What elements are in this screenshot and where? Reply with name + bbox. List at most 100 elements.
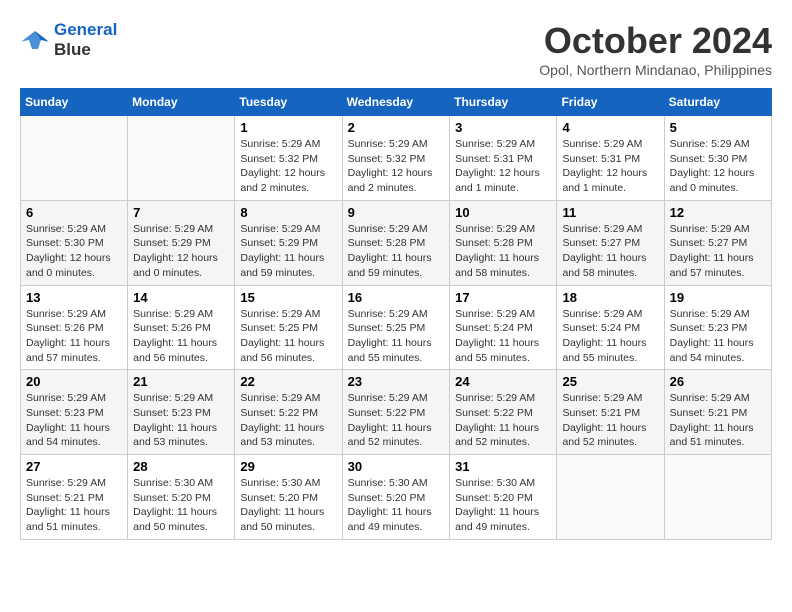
day-number: 16 xyxy=(348,290,445,305)
day-info: Sunrise: 5:29 AMSunset: 5:26 PMDaylight:… xyxy=(133,307,229,366)
day-info: Sunrise: 5:29 AMSunset: 5:24 PMDaylight:… xyxy=(562,307,658,366)
day-number: 3 xyxy=(455,120,551,135)
day-number: 19 xyxy=(670,290,766,305)
table-row: 3 Sunrise: 5:29 AMSunset: 5:31 PMDaylight… xyxy=(450,116,557,201)
table-row xyxy=(21,116,128,201)
header-wednesday: Wednesday xyxy=(342,89,450,116)
day-info: Sunrise: 5:29 AMSunset: 5:24 PMDaylight:… xyxy=(455,307,551,366)
day-info: Sunrise: 5:30 AMSunset: 5:20 PMDaylight:… xyxy=(133,476,229,535)
day-info: Sunrise: 5:29 AMSunset: 5:27 PMDaylight:… xyxy=(562,222,658,281)
day-info: Sunrise: 5:29 AMSunset: 5:32 PMDaylight:… xyxy=(348,137,445,196)
table-row: 17 Sunrise: 5:29 AMSunset: 5:24 PMDayligh… xyxy=(450,285,557,370)
day-number: 21 xyxy=(133,374,229,389)
day-info: Sunrise: 5:29 AMSunset: 5:30 PMDaylight:… xyxy=(670,137,766,196)
table-row: 13 Sunrise: 5:29 AMSunset: 5:26 PMDayligh… xyxy=(21,285,128,370)
table-row: 25Sunrise: 5:29 AMSunset: 5:21 PMDayligh… xyxy=(557,370,664,455)
day-number: 22 xyxy=(240,374,336,389)
table-row: 26 Sunrise: 5:29 AMSunset: 5:21 PMDayligh… xyxy=(664,370,771,455)
header-friday: Friday xyxy=(557,89,664,116)
day-number: 14 xyxy=(133,290,229,305)
day-number: 11 xyxy=(562,205,658,220)
day-info: Sunrise: 5:29 AMSunset: 5:23 PMDaylight:… xyxy=(133,391,229,450)
table-row xyxy=(128,116,235,201)
table-row: 5 Sunrise: 5:29 AMSunset: 5:30 PMDaylight… xyxy=(664,116,771,201)
table-row: 21 Sunrise: 5:29 AMSunset: 5:23 PMDayligh… xyxy=(128,370,235,455)
day-number: 8 xyxy=(240,205,336,220)
day-info: Sunrise: 5:29 AMSunset: 5:31 PMDaylight:… xyxy=(562,137,658,196)
title-block: October 2024 Opol, Northern Mindanao, Ph… xyxy=(539,20,772,78)
day-number: 2 xyxy=(348,120,445,135)
day-info: Sunrise: 5:30 AMSunset: 5:20 PMDaylight:… xyxy=(455,476,551,535)
day-info: Sunrise: 5:29 AMSunset: 5:22 PMDaylight:… xyxy=(348,391,445,450)
day-number: 27 xyxy=(26,459,122,474)
day-info: Sunrise: 5:29 AMSunset: 5:21 PMDaylight:… xyxy=(562,391,658,450)
table-row: 16 Sunrise: 5:29 AMSunset: 5:25 PMDayligh… xyxy=(342,285,450,370)
table-row: 9 Sunrise: 5:29 AMSunset: 5:28 PMDaylight… xyxy=(342,200,450,285)
day-info: Sunrise: 5:29 AMSunset: 5:27 PMDaylight:… xyxy=(670,222,766,281)
table-row: 6Sunrise: 5:29 AMSunset: 5:30 PMDaylight… xyxy=(21,200,128,285)
header-monday: Monday xyxy=(128,89,235,116)
calendar-week-row: 20Sunrise: 5:29 AMSunset: 5:23 PMDayligh… xyxy=(21,370,772,455)
day-number: 5 xyxy=(670,120,766,135)
day-number: 29 xyxy=(240,459,336,474)
day-number: 31 xyxy=(455,459,551,474)
day-number: 7 xyxy=(133,205,229,220)
table-row: 14 Sunrise: 5:29 AMSunset: 5:26 PMDayligh… xyxy=(128,285,235,370)
day-info: Sunrise: 5:29 AMSunset: 5:23 PMDaylight:… xyxy=(670,307,766,366)
calendar-week-row: 6Sunrise: 5:29 AMSunset: 5:30 PMDaylight… xyxy=(21,200,772,285)
calendar-week-row: 13 Sunrise: 5:29 AMSunset: 5:26 PMDayligh… xyxy=(21,285,772,370)
table-row: 22 Sunrise: 5:29 AMSunset: 5:22 PMDayligh… xyxy=(235,370,342,455)
day-info: Sunrise: 5:29 AMSunset: 5:29 PMDaylight:… xyxy=(240,222,336,281)
header-saturday: Saturday xyxy=(664,89,771,116)
table-row: 12 Sunrise: 5:29 AMSunset: 5:27 PMDayligh… xyxy=(664,200,771,285)
day-number: 13 xyxy=(26,290,122,305)
table-row: 20Sunrise: 5:29 AMSunset: 5:23 PMDayligh… xyxy=(21,370,128,455)
day-info: Sunrise: 5:29 AMSunset: 5:26 PMDaylight:… xyxy=(26,307,122,366)
day-number: 1 xyxy=(240,120,336,135)
day-number: 28 xyxy=(133,459,229,474)
day-number: 26 xyxy=(670,374,766,389)
table-row: 8 Sunrise: 5:29 AMSunset: 5:29 PMDaylight… xyxy=(235,200,342,285)
day-info: Sunrise: 5:29 AMSunset: 5:29 PMDaylight:… xyxy=(133,222,229,281)
day-number: 17 xyxy=(455,290,551,305)
table-row: 2 Sunrise: 5:29 AMSunset: 5:32 PMDaylight… xyxy=(342,116,450,201)
calendar-header-row: Sunday Monday Tuesday Wednesday Thursday… xyxy=(21,89,772,116)
table-row: 11 Sunrise: 5:29 AMSunset: 5:27 PMDayligh… xyxy=(557,200,664,285)
table-row: 7 Sunrise: 5:29 AMSunset: 5:29 PMDaylight… xyxy=(128,200,235,285)
month-title: October 2024 xyxy=(539,20,772,62)
day-number: 10 xyxy=(455,205,551,220)
day-info: Sunrise: 5:29 AMSunset: 5:21 PMDaylight:… xyxy=(670,391,766,450)
header-sunday: Sunday xyxy=(21,89,128,116)
table-row xyxy=(557,455,664,540)
day-info: Sunrise: 5:30 AMSunset: 5:20 PMDaylight:… xyxy=(348,476,445,535)
logo: General Blue xyxy=(20,20,117,60)
day-number: 12 xyxy=(670,205,766,220)
day-number: 30 xyxy=(348,459,445,474)
day-info: Sunrise: 5:29 AMSunset: 5:22 PMDaylight:… xyxy=(240,391,336,450)
day-info: Sunrise: 5:29 AMSunset: 5:25 PMDaylight:… xyxy=(240,307,336,366)
table-row: 1Sunrise: 5:29 AMSunset: 5:32 PMDaylight… xyxy=(235,116,342,201)
day-number: 18 xyxy=(562,290,658,305)
day-info: Sunrise: 5:30 AMSunset: 5:20 PMDaylight:… xyxy=(240,476,336,535)
table-row: 4Sunrise: 5:29 AMSunset: 5:31 PMDaylight… xyxy=(557,116,664,201)
logo-icon xyxy=(20,28,50,52)
day-info: Sunrise: 5:29 AMSunset: 5:30 PMDaylight:… xyxy=(26,222,122,281)
day-info: Sunrise: 5:29 AMSunset: 5:25 PMDaylight:… xyxy=(348,307,445,366)
day-number: 9 xyxy=(348,205,445,220)
table-row: 10 Sunrise: 5:29 AMSunset: 5:28 PMDayligh… xyxy=(450,200,557,285)
day-info: Sunrise: 5:29 AMSunset: 5:28 PMDaylight:… xyxy=(348,222,445,281)
day-number: 15 xyxy=(240,290,336,305)
table-row: 28 Sunrise: 5:30 AMSunset: 5:20 PMDayligh… xyxy=(128,455,235,540)
table-row: 31 Sunrise: 5:30 AMSunset: 5:20 PMDayligh… xyxy=(450,455,557,540)
day-info: Sunrise: 5:29 AMSunset: 5:22 PMDaylight:… xyxy=(455,391,551,450)
day-info: Sunrise: 5:29 AMSunset: 5:28 PMDaylight:… xyxy=(455,222,551,281)
location: Opol, Northern Mindanao, Philippines xyxy=(539,62,772,78)
header-tuesday: Tuesday xyxy=(235,89,342,116)
page-header: General Blue October 2024 Opol, Northern… xyxy=(20,20,772,78)
day-number: 24 xyxy=(455,374,551,389)
table-row: 19 Sunrise: 5:29 AMSunset: 5:23 PMDayligh… xyxy=(664,285,771,370)
day-info: Sunrise: 5:29 AMSunset: 5:31 PMDaylight:… xyxy=(455,137,551,196)
table-row: 24 Sunrise: 5:29 AMSunset: 5:22 PMDayligh… xyxy=(450,370,557,455)
day-info: Sunrise: 5:29 AMSunset: 5:21 PMDaylight:… xyxy=(26,476,122,535)
table-row xyxy=(664,455,771,540)
